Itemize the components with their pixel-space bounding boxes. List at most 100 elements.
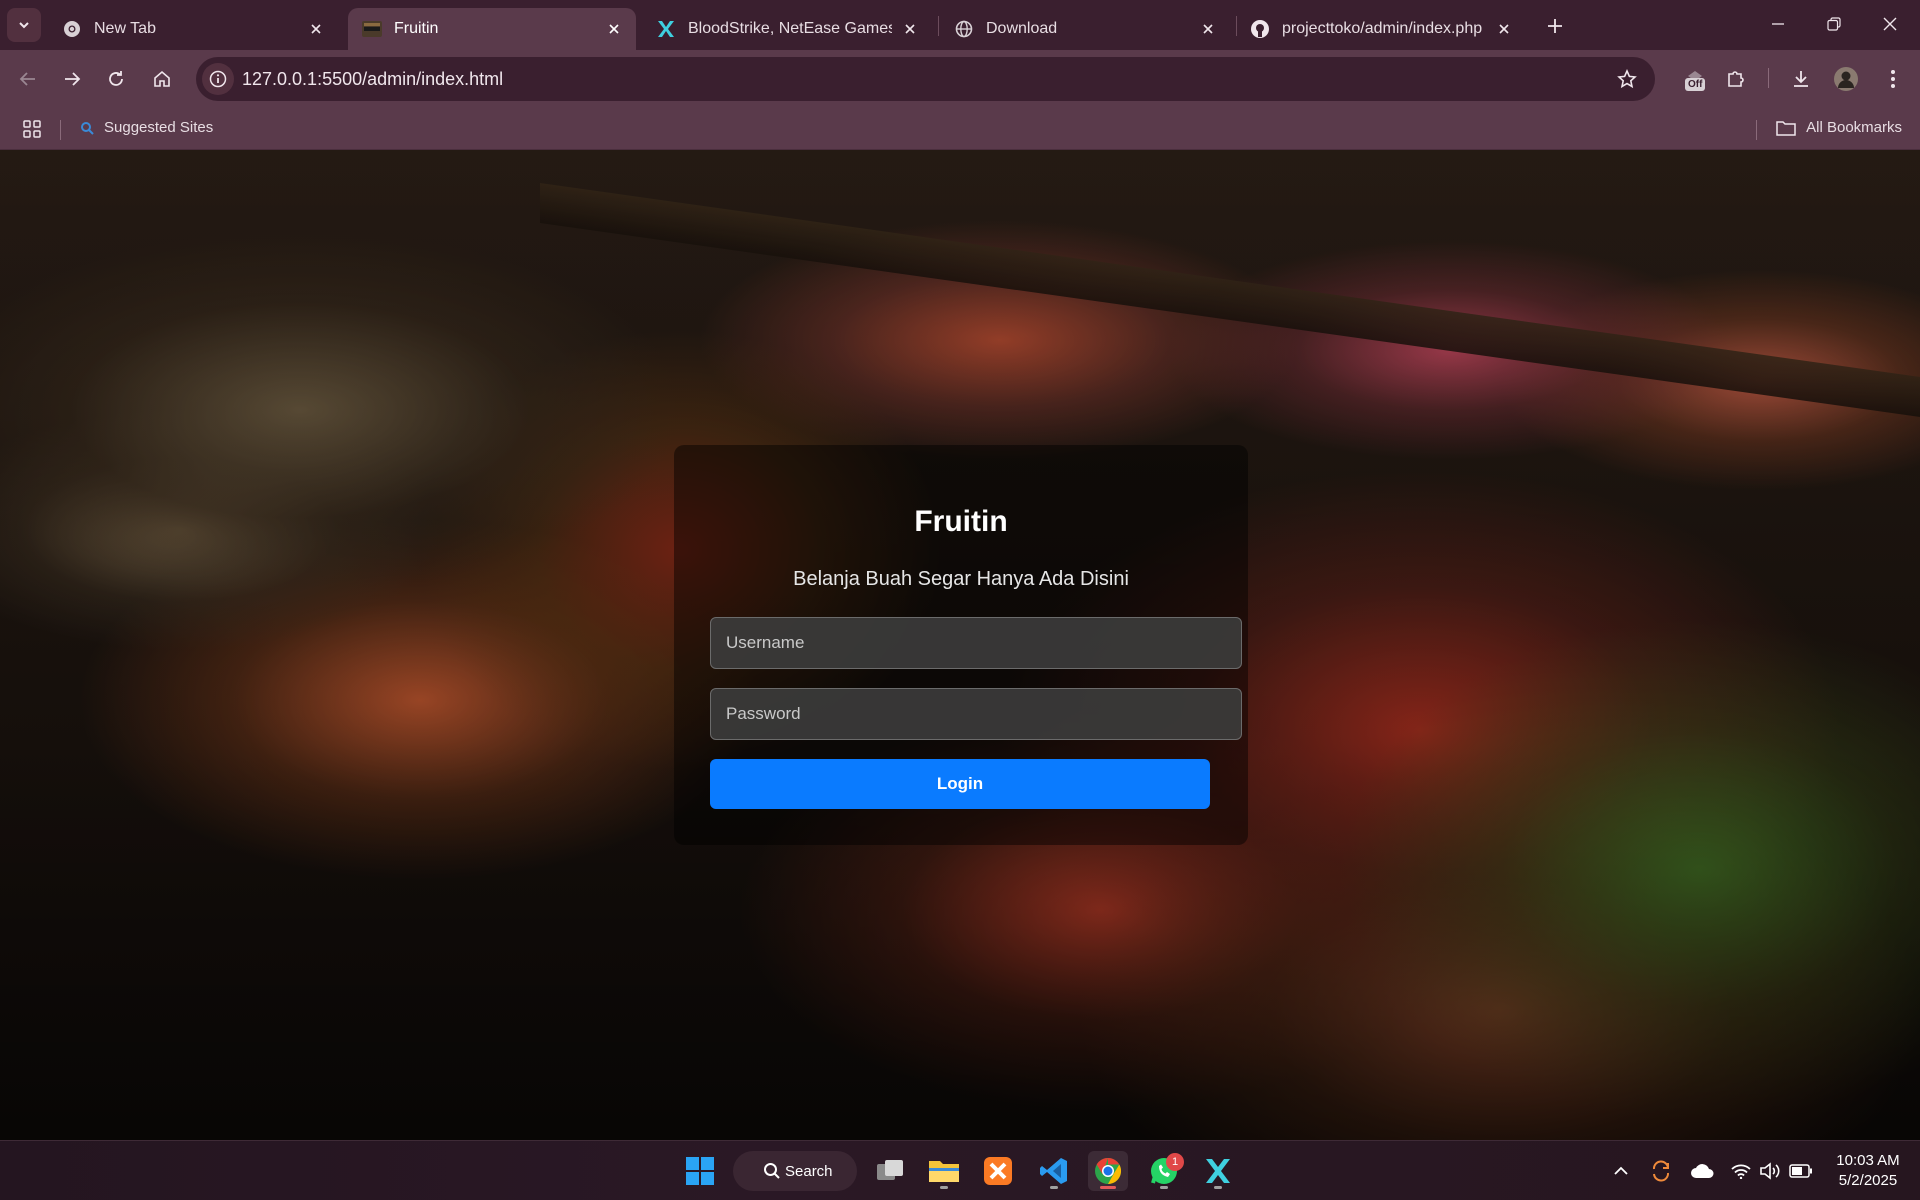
chrome-icon: [62, 19, 82, 39]
search-icon: [763, 1162, 781, 1184]
extension-off-badge: Off: [1685, 78, 1706, 91]
tab-title: Download: [986, 20, 1058, 37]
taskbar-file-explorer[interactable]: [924, 1151, 964, 1191]
extensions-button[interactable]: [1718, 61, 1754, 97]
bookmarks-bar: Suggested Sites All Bookmarks: [0, 108, 1920, 150]
username-input[interactable]: [710, 617, 1242, 669]
taskbar-search[interactable]: Search: [733, 1151, 857, 1191]
tray-sync[interactable]: [1649, 1159, 1673, 1183]
close-window-button[interactable]: [1862, 0, 1918, 48]
bookmarks-separator: [60, 120, 61, 140]
restore-button[interactable]: [1806, 0, 1862, 48]
bookmark-star-button[interactable]: [1615, 67, 1639, 91]
home-icon: [154, 70, 170, 87]
tray-battery[interactable]: [1789, 1159, 1813, 1183]
close-icon[interactable]: [604, 19, 624, 39]
chevron-down-icon: [19, 22, 29, 29]
profile-button[interactable]: [1828, 61, 1864, 97]
notification-badge: 1: [1166, 1153, 1184, 1171]
tray-volume[interactable]: [1759, 1159, 1783, 1183]
tray-wifi[interactable]: [1729, 1159, 1753, 1183]
page-thumbnail-icon: [362, 19, 382, 39]
taskbar-search-label: Search: [785, 1162, 833, 1180]
windows-taskbar: Search 1 10:03 AM 5/2/2025: [0, 1140, 1920, 1200]
task-view-icon: [877, 1160, 903, 1180]
puzzle-icon: [1728, 71, 1744, 87]
start-button[interactable]: [680, 1151, 720, 1191]
bookmark-suggested-sites[interactable]: Suggested Sites: [80, 119, 213, 136]
arrow-right-icon: [65, 72, 81, 86]
restore-icon: [1827, 17, 1841, 31]
clock-date: 5/2/2025: [1838, 1172, 1898, 1189]
address-bar[interactable]: 127.0.0.1:5500/admin/index.html: [196, 57, 1655, 101]
tab-title: projecttoko/admin/index.php a: [1282, 20, 1486, 37]
apps-button[interactable]: [20, 117, 44, 141]
cloud-icon: [1691, 1164, 1714, 1178]
taskbar-clock[interactable]: 10:03 AM 5/2/2025: [1830, 1151, 1906, 1191]
site-info-button[interactable]: [202, 63, 234, 95]
tab-strip: New Tab Fruitin BloodStrike, NetEase Gam…: [0, 0, 1920, 50]
star-icon: [1617, 69, 1637, 89]
windows-logo-icon: [686, 1157, 714, 1185]
forward-button[interactable]: [54, 61, 90, 97]
bookmarks-separator: [1756, 120, 1757, 140]
close-icon[interactable]: [900, 19, 920, 39]
github-icon: [1250, 19, 1270, 39]
close-icon[interactable]: [1494, 19, 1514, 39]
tab-download[interactable]: Download: [940, 8, 1230, 50]
login-subtitle: Belanja Buah Segar Hanya Ada Disini: [793, 568, 1129, 590]
bookmark-label: Suggested Sites: [104, 119, 214, 136]
taskbar-xampp[interactable]: [978, 1151, 1018, 1191]
login-form: Fruitin Belanja Buah Segar Hanya Ada Dis…: [674, 445, 1248, 845]
close-icon[interactable]: [1198, 19, 1218, 39]
vscode-icon: [1040, 1158, 1067, 1184]
info-icon: [209, 70, 227, 88]
bing-search-icon: [80, 121, 94, 135]
taskbar-chrome[interactable]: [1088, 1151, 1128, 1191]
url-text[interactable]: 127.0.0.1:5500/admin/index.html: [242, 69, 503, 90]
taskbar-bloodstrike[interactable]: [1198, 1151, 1238, 1191]
browser-menu-button[interactable]: [1875, 61, 1911, 97]
all-bookmarks-button[interactable]: All Bookmarks: [1776, 119, 1902, 136]
password-input[interactable]: [710, 688, 1242, 740]
xampp-icon: [984, 1157, 1012, 1185]
tab-fruitin[interactable]: Fruitin: [348, 8, 636, 50]
tab-new-tab[interactable]: New Tab: [48, 8, 338, 50]
speaker-icon: [1760, 1162, 1780, 1180]
minimize-icon: [1772, 23, 1784, 25]
show-hidden-icons-button[interactable]: [1609, 1159, 1633, 1183]
globe-icon: [954, 19, 974, 39]
task-view-button[interactable]: [870, 1151, 910, 1191]
arrow-left-icon: [19, 72, 35, 86]
running-indicator: [1100, 1186, 1116, 1189]
tab-github[interactable]: projecttoko/admin/index.php a: [1236, 8, 1526, 50]
back-button[interactable]: [10, 61, 46, 97]
all-bookmarks-label: All Bookmarks: [1806, 119, 1902, 136]
close-icon[interactable]: [306, 19, 326, 39]
running-indicator: [1160, 1186, 1168, 1189]
reload-icon: [109, 71, 123, 86]
taskbar-vscode[interactable]: [1034, 1151, 1074, 1191]
running-indicator: [1214, 1186, 1222, 1189]
battery-icon: [1789, 1164, 1812, 1178]
plus-icon: [1548, 19, 1562, 33]
login-title: Fruitin: [914, 505, 1008, 538]
home-button[interactable]: [144, 61, 180, 97]
tray-onedrive[interactable]: [1690, 1159, 1714, 1183]
login-button[interactable]: Login: [710, 759, 1210, 809]
sync-icon: [1653, 1160, 1669, 1182]
bloodstrike-icon: [1206, 1159, 1230, 1183]
tab-separator: [938, 16, 939, 36]
browser-toolbar: 127.0.0.1:5500/admin/index.html: [0, 50, 1920, 108]
reload-button[interactable]: [98, 61, 134, 97]
downloads-button[interactable]: [1783, 61, 1819, 97]
tab-title: New Tab: [94, 20, 156, 37]
clock-time: 10:03 AM: [1836, 1152, 1900, 1169]
tab-search-button[interactable]: [7, 8, 41, 42]
folder-icon: [1776, 120, 1796, 136]
new-tab-button[interactable]: [1538, 11, 1572, 41]
tab-bloodstrike[interactable]: BloodStrike, NetEase Games' fa: [642, 8, 932, 50]
download-icon: [1794, 71, 1808, 87]
minimize-button[interactable]: [1750, 0, 1806, 48]
taskbar-whatsapp[interactable]: 1: [1144, 1151, 1184, 1191]
